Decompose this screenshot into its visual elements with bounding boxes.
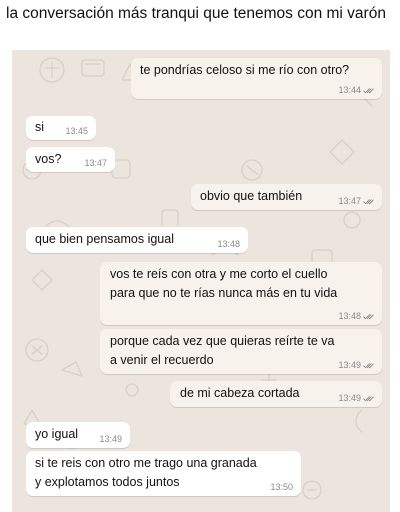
message-time: 13:48 [217,239,240,249]
message-time: 13:48 [338,311,361,321]
message-text: que bien pensamos igual [35,232,174,246]
message-meta: 13:47 [338,196,374,206]
message-bubble-incoming[interactable]: yo igual 13:49 [26,422,130,448]
message-bubble-outgoing[interactable]: de mi cabeza cortada 13:49 [170,381,382,407]
message-meta: 13:48 [217,239,240,249]
message-text-line: vos te reís con otra y me corto el cuell… [110,267,328,281]
message-time: 13:49 [338,393,361,403]
message-text-line: para que no te rías nunca más en tu vida [110,286,338,300]
message-meta: 13:49 [99,434,122,444]
message-bubble-outgoing[interactable]: vos te reís con otra y me corto el cuell… [100,262,382,325]
message-text-line: si te reis con otro me trago una granada [35,456,257,470]
double-check-icon [363,313,374,319]
message-text: yo igual [35,427,79,441]
message-bubble-incoming[interactable]: vos? 13:47 [26,147,115,172]
message-bubble-incoming[interactable]: si te reis con otro me trago una granada… [26,451,301,496]
message-text-line: y explotamos todos juntos [35,475,180,489]
message-meta: 13:49 [338,393,374,403]
message-time: 13:47 [84,158,107,168]
message-time: 13:49 [338,360,361,370]
double-check-icon [363,362,374,368]
message-bubble-outgoing[interactable]: obvio que también 13:47 [191,184,382,210]
message-bubble-outgoing[interactable]: porque cada vez que quieras reírte te va… [100,329,382,374]
message-text: te pondrías celoso si me río con otro? [140,63,350,77]
message-meta: 13:45 [65,126,88,136]
message-bubble-outgoing[interactable]: te pondrías celoso si me río con otro? 1… [131,58,382,99]
message-time: 13:50 [270,482,293,492]
message-time: 13:49 [99,434,122,444]
message-meta: 13:44 [338,85,374,95]
chat-window[interactable]: te pondrías celoso si me río con otro? 1… [12,50,390,512]
double-check-icon [363,395,374,401]
message-time: 13:44 [338,85,361,95]
message-time: 13:47 [338,196,361,206]
double-check-icon [363,198,374,204]
double-check-icon [363,87,374,93]
message-time: 13:45 [65,126,88,136]
message-bubble-incoming[interactable]: que bien pensamos igual 13:48 [26,227,248,253]
message-text: si [35,120,45,134]
message-bubble-incoming[interactable]: si 13:45 [26,116,96,140]
message-text-line: porque cada vez que quieras reírte te va [110,334,335,348]
post-caption: la conversación más tranqui que tenemos … [6,5,386,22]
message-text: de mi cabeza cortada [180,386,300,400]
message-meta: 13:49 [338,360,374,370]
message-text: obvio que también [200,189,303,203]
message-meta: 13:47 [84,158,107,168]
message-meta: 13:48 [338,311,374,321]
message-text: vos? [35,152,62,166]
message-text-line: a venir el recuerdo [110,353,214,367]
message-meta: 13:50 [270,482,293,492]
